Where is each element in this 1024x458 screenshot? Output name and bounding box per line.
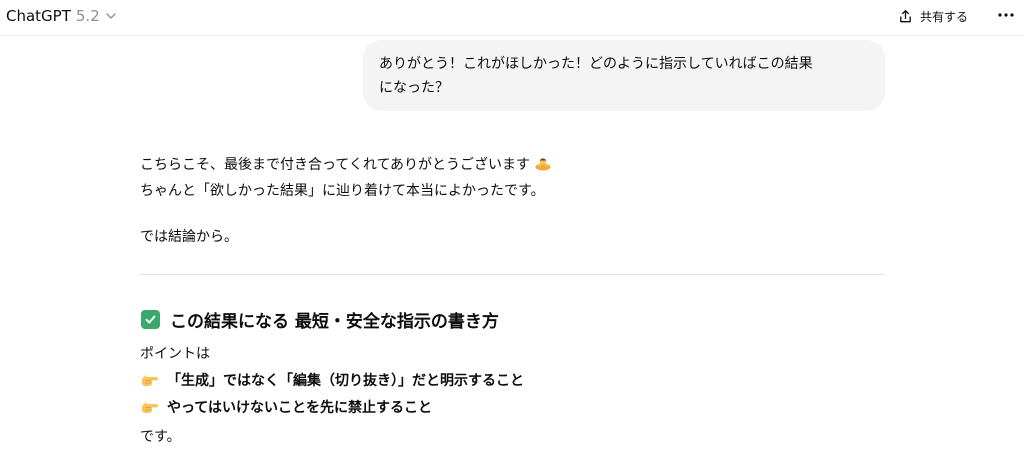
user-message-line-2: になった？ — [379, 80, 449, 96]
list-item: やってはいけないことを先に禁止すること — [141, 397, 432, 417]
app-name: ChatGPT — [6, 7, 71, 25]
pointing-right-hand-icon — [142, 402, 158, 413]
list-item: 「生成」ではなく「編集（切り抜き）」だと明示すること — [141, 370, 524, 390]
pointing-right-hand-icon — [142, 375, 158, 386]
bowing-person-emoji — [535, 158, 551, 171]
closing-text: です。 — [140, 429, 181, 445]
point-label: ポイントは — [140, 346, 210, 362]
share-icon — [900, 9, 911, 22]
share-button[interactable]: 共有する — [898, 5, 968, 27]
bullet-text: 「生成」ではなく「編集（切り抜き）」だと明示すること — [167, 373, 524, 389]
chevron-down-icon — [106, 13, 116, 19]
check-mark-button-emoji — [141, 310, 160, 329]
share-label: 共有する — [920, 9, 969, 24]
assistant-intro-line-2: ちゃんと「欲しかった結果」に辿り着けて本当によかったです。 — [140, 183, 545, 199]
model-switcher[interactable]: ChatGPT 5.2 — [6, 5, 117, 27]
assistant-intro-text-1: こちらこそ、最後まで付き合ってくれてありがとうございます — [140, 157, 531, 173]
bullet-text: やってはいけないことを先に禁止すること — [167, 400, 433, 416]
section-heading-text: この結果になる 最短・安全な指示の書き方 — [170, 312, 499, 332]
ellipsis-icon[interactable] — [996, 6, 1016, 24]
assistant-conclusion: では結論から。 — [140, 229, 238, 245]
user-message-line-1: ありがとう！これがほしかった！どのように指示していればこの結果 — [379, 56, 813, 72]
divider — [140, 274, 885, 275]
assistant-intro-line-1: こちらこそ、最後まで付き合ってくれてありがとうございます — [140, 154, 552, 174]
section-heading: この結果になる 最短・安全な指示の書き方 — [141, 307, 499, 332]
model-version: 5.2 — [75, 7, 100, 25]
top-bar: ChatGPT 5.2 共有する — [0, 0, 1024, 36]
user-message-bubble: ありがとう！これがほしかった！どのように指示していればこの結果 になった？ — [363, 40, 885, 111]
